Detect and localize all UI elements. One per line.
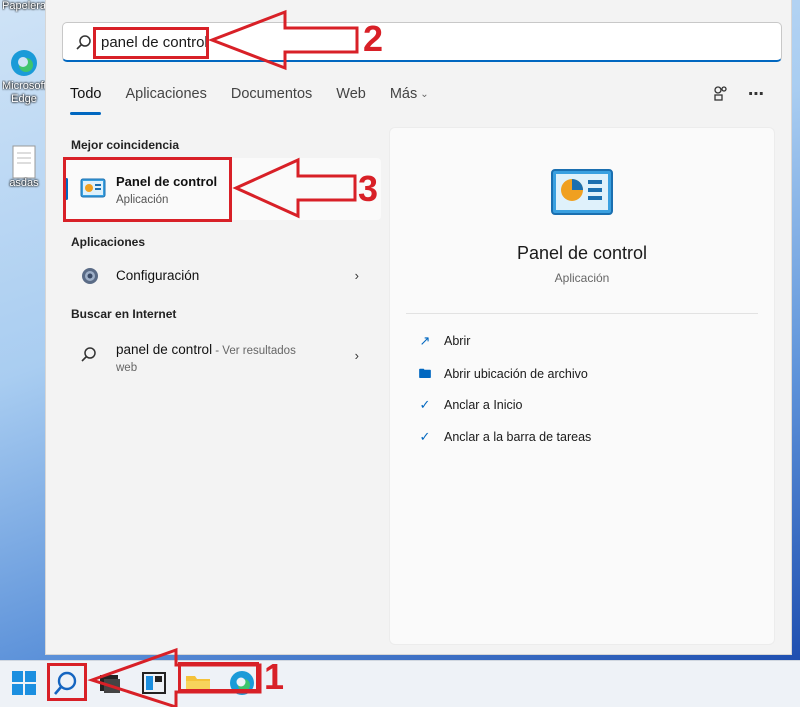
annotation-number-3: 3 [358,168,379,209]
annotation-arrows [87,9,359,707]
arrow-1 [87,647,262,707]
annotation-number-1: 1 [264,656,285,697]
arrow-3 [232,157,357,219]
arrow-2 [207,9,359,71]
annotation-number-2: 2 [363,18,384,59]
